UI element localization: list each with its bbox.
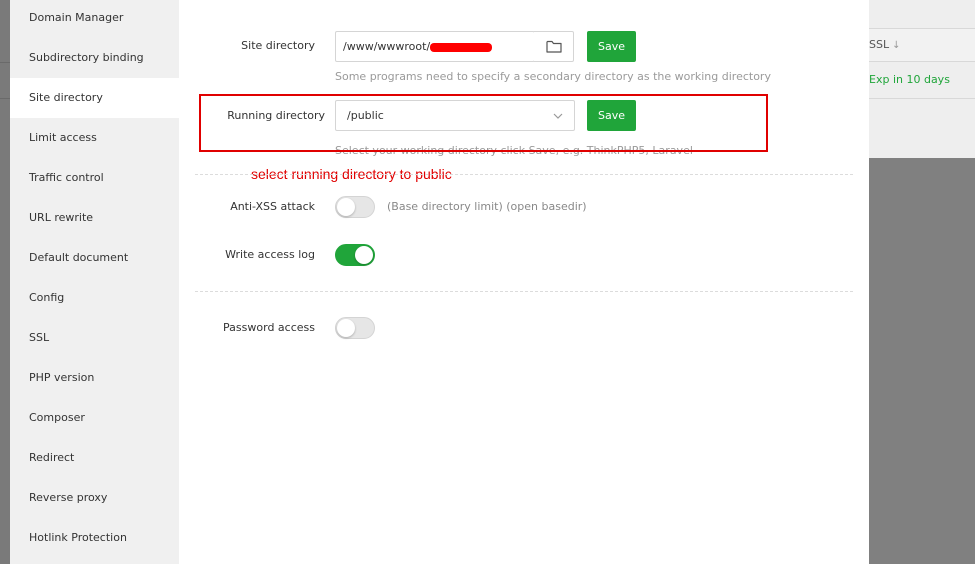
sidebar-item-ssl[interactable]: SSL [10,318,179,358]
sidebar-item-limit-access[interactable]: Limit access [10,118,179,158]
site-settings-modal: Domain Manager Subdirectory binding Site… [10,0,869,564]
annotation-highlight-box [199,94,768,152]
site-directory-hint: Some programs need to specify a secondar… [335,70,771,83]
sidebar-item-traffic-control[interactable]: Traffic control [10,158,179,198]
background-site-table: SSL ↓ Exp in 10 days [869,0,975,564]
site-directory-label: Site directory [241,39,315,52]
background-left-strip [0,0,10,564]
password-access-label: Password access [223,321,315,334]
sidebar-item-url-rewrite[interactable]: URL rewrite [10,198,179,238]
write-access-log-toggle[interactable] [335,244,375,266]
anti-xss-label: Anti-XSS attack [230,200,315,213]
sidebar-item-domain-manager[interactable]: Domain Manager [10,0,179,38]
sidebar-item-config[interactable]: Config [10,278,179,318]
password-access-toggle[interactable] [335,317,375,339]
folder-browse-button[interactable] [534,31,574,62]
settings-sidebar: Domain Manager Subdirectory binding Site… [10,0,179,564]
site-directory-panel: Site directory /www/wwwroot/ Save Some p… [179,0,869,564]
sort-arrow-icon: ↓ [892,40,901,51]
divider [195,174,853,175]
write-access-log-label: Write access log [225,248,315,261]
sidebar-item-php-version[interactable]: PHP version [10,358,179,398]
sidebar-item-subdirectory-binding[interactable]: Subdirectory binding [10,38,179,78]
sidebar-item-reverse-proxy[interactable]: Reverse proxy [10,478,179,518]
site-directory-input[interactable]: /www/wwwroot/ [335,31,535,62]
anti-xss-hint: (Base directory limit) (open basedir) [387,200,587,213]
sidebar-item-hotlink-protection[interactable]: Hotlink Protection [10,518,179,558]
anti-xss-toggle[interactable] [335,196,375,218]
ssl-expiry-link[interactable]: Exp in 10 days [869,73,950,86]
divider [195,291,853,292]
sidebar-item-site-directory[interactable]: Site directory [10,78,179,118]
sidebar-item-composer[interactable]: Composer [10,398,179,438]
folder-icon [545,40,562,53]
ssl-column-header[interactable]: SSL ↓ [869,38,900,51]
site-directory-save-button[interactable]: Save [587,31,636,62]
redaction-mark [430,43,492,52]
sidebar-item-default-document[interactable]: Default document [10,238,179,278]
sidebar-item-redirect[interactable]: Redirect [10,438,179,478]
